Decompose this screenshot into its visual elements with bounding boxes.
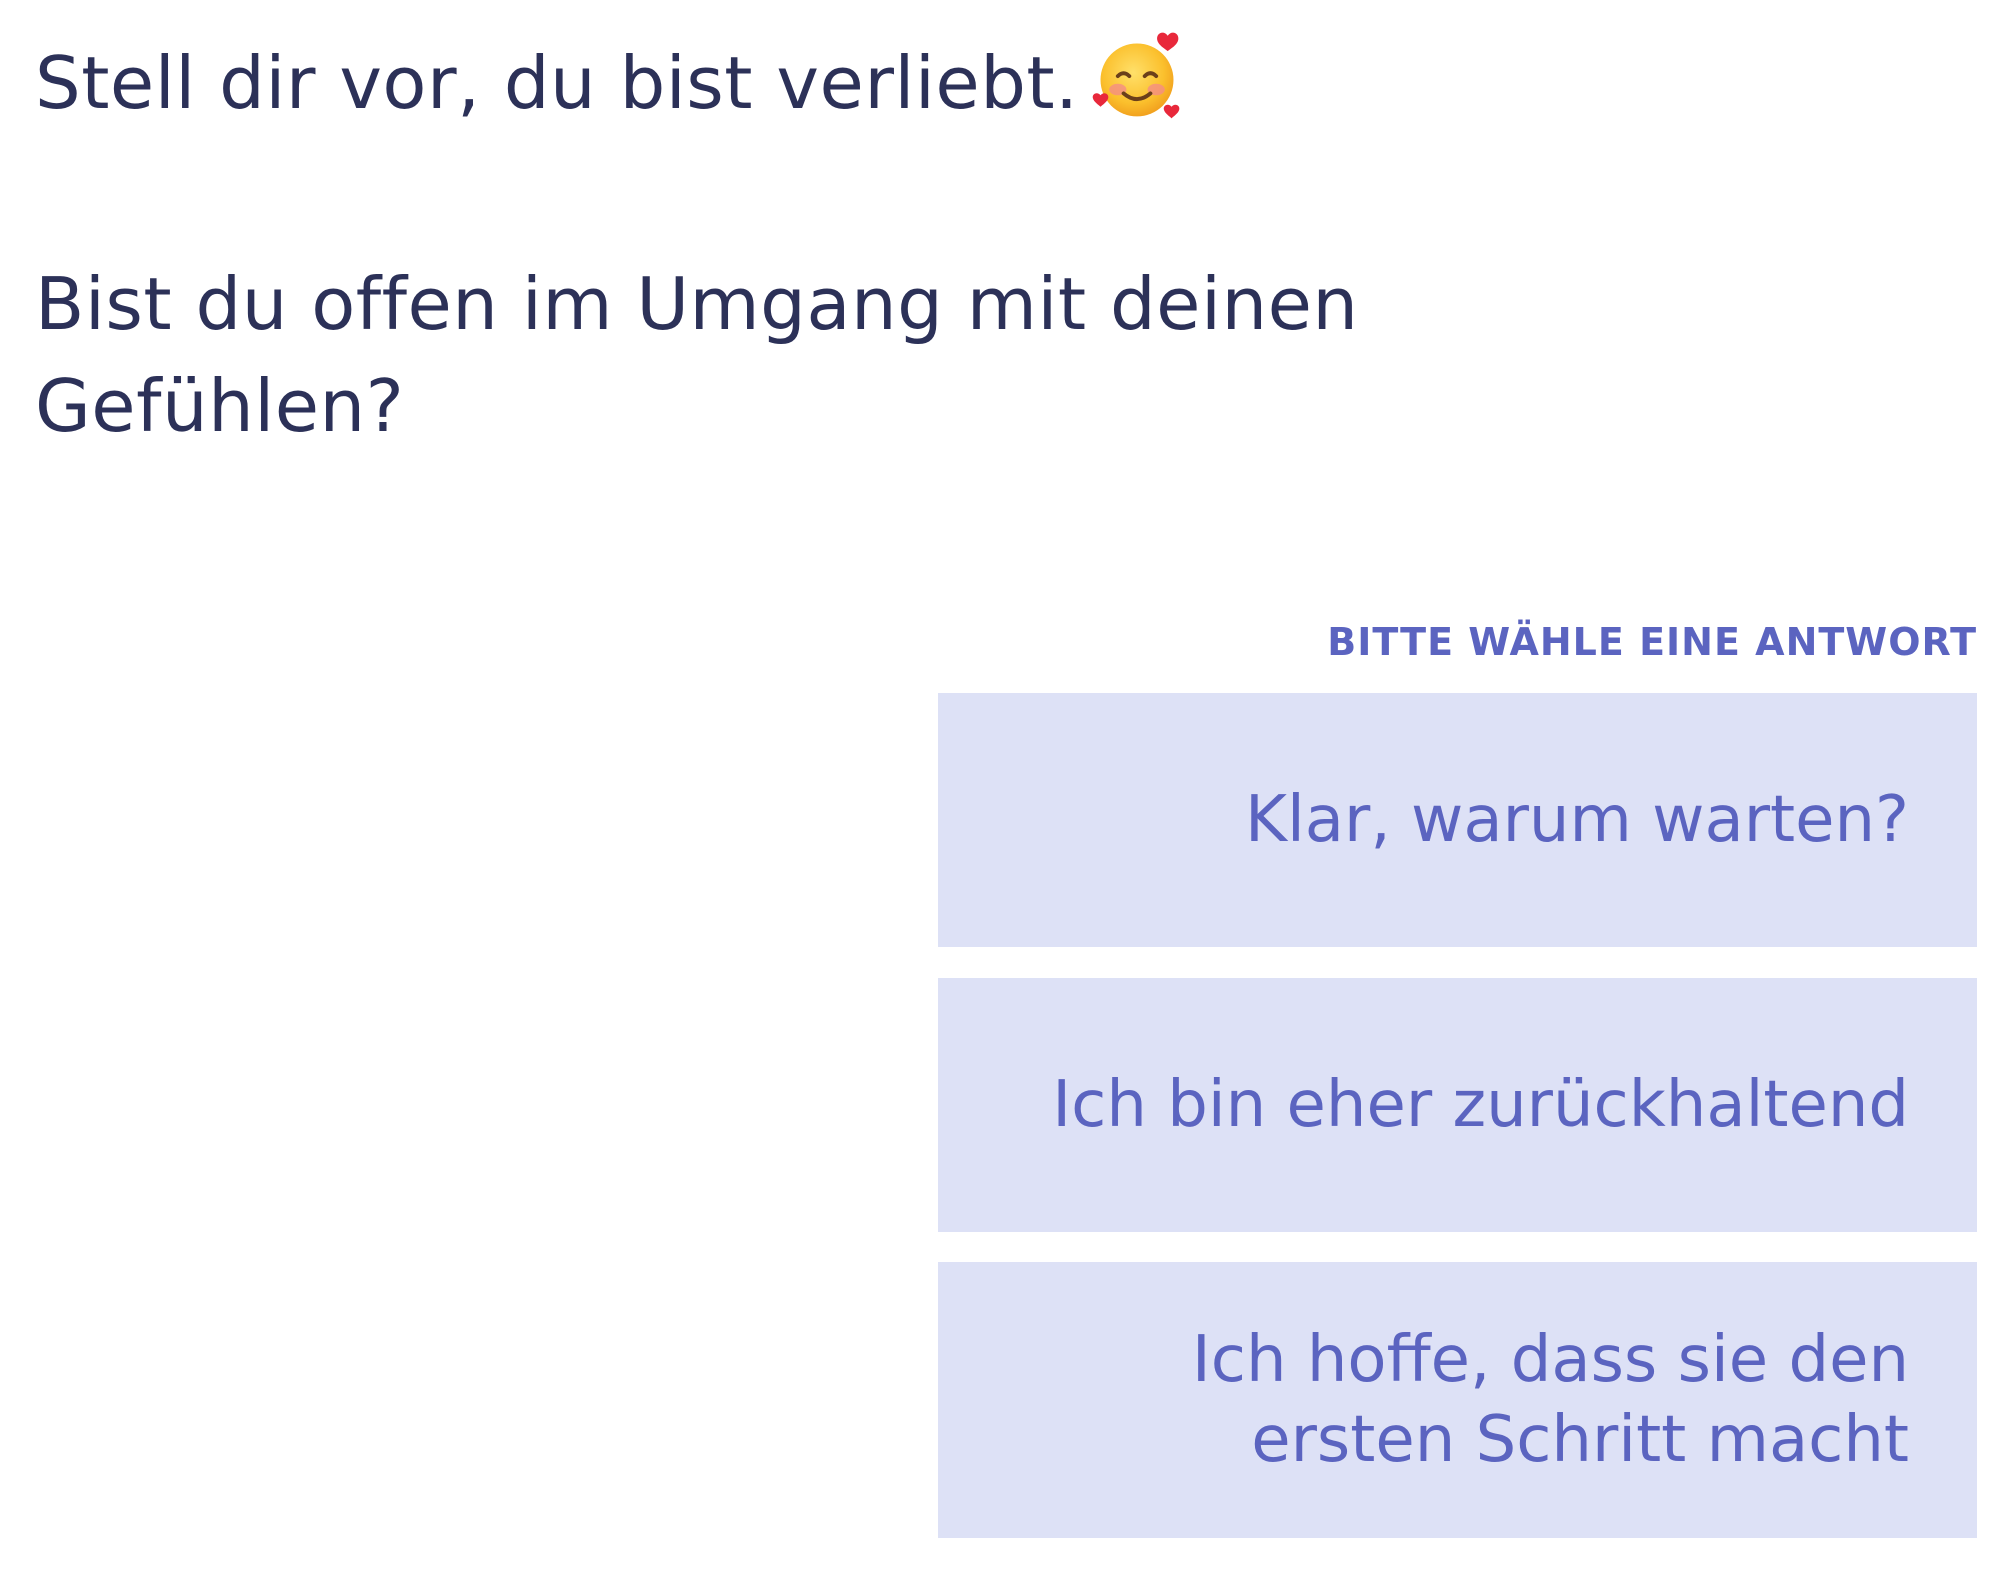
- smiling-face-with-hearts-icon: [1092, 32, 1179, 119]
- intro-message: Stell dir vor, du bist verliebt.: [35, 30, 1185, 134]
- answer-option-label: Ich bin eher zurückhaltend: [1052, 1068, 1909, 1142]
- intro-text: Stell dir vor, du bist verliebt.: [35, 41, 1079, 125]
- answer-option-1[interactable]: Klar, warum warten?: [938, 693, 1977, 947]
- question-message: Bist du offen im Umgang mit deinen Gefüh…: [35, 262, 1359, 448]
- answer-option-3[interactable]: Ich hoffe, dass sie den ersten Schritt m…: [938, 1262, 1977, 1538]
- answer-option-2[interactable]: Ich bin eher zurückhaltend: [938, 978, 1977, 1232]
- answer-prompt-label: BITTE WÄHLE EINE ANTWORT: [1327, 620, 1977, 664]
- answer-option-label: Klar, warum warten?: [1245, 783, 1909, 857]
- answer-option-label: Ich hoffe, dass sie den ersten Schritt m…: [1191, 1323, 1909, 1477]
